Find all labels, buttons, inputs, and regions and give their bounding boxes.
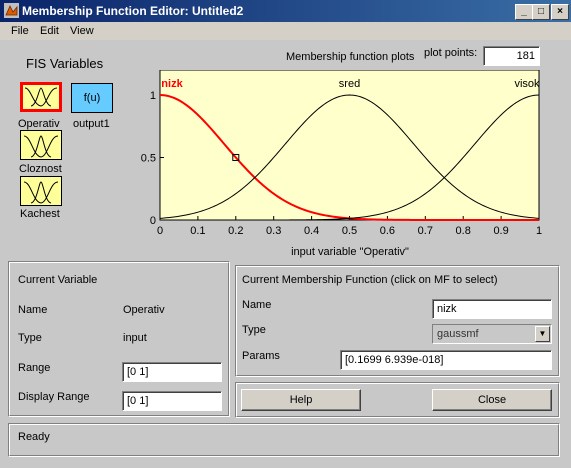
mf-label-nizk[interactable]: nizk	[161, 78, 183, 90]
x-tick-label: 0.2	[228, 225, 243, 237]
y-tick-label: 0.5	[141, 153, 156, 165]
status-text: Ready	[18, 431, 50, 443]
mf-label-visok[interactable]: visok	[514, 78, 540, 90]
mf-type-label: Type	[242, 324, 266, 336]
display-range-input[interactable]: [0 1]	[122, 391, 222, 411]
x-tick-label: 1	[536, 225, 542, 237]
mf-label-sred[interactable]: sred	[339, 78, 360, 90]
x-tick-label: 0	[157, 225, 163, 237]
mf-params-input[interactable]: [0.1699 6.939e-018]	[340, 350, 552, 370]
fis-variables-heading: FIS Variables	[26, 56, 104, 71]
close-window-button[interactable]: ×	[551, 4, 569, 20]
x-tick-label: 0.5	[342, 225, 357, 237]
mf-type-dropdown[interactable]: gaussmf ▼	[432, 324, 552, 344]
cv-name-value: Operativ	[123, 304, 165, 316]
chevron-down-icon[interactable]: ▼	[535, 326, 550, 342]
plot-header: Membership function plots	[286, 51, 415, 63]
cv-range-label: Range	[18, 362, 51, 374]
menu-view[interactable]: View	[70, 25, 94, 37]
x-tick-label: 0.7	[418, 225, 433, 237]
mf-name-input[interactable]: nizk	[432, 299, 552, 319]
range-input[interactable]: [0 1]	[122, 362, 222, 382]
help-button[interactable]: Help	[241, 389, 361, 411]
plot-points-label: plot points:	[424, 47, 478, 59]
plot-axes[interactable]	[159, 70, 540, 221]
close-button[interactable]: Close	[432, 389, 552, 411]
title-bar[interactable]: Membership Function Editor: Untitled2 _ …	[0, 0, 571, 22]
cv-type-label: Type	[18, 332, 42, 344]
current-mf-heading: Current Membership Function (click on MF…	[242, 274, 498, 286]
input-var-kachest[interactable]	[20, 176, 62, 206]
x-tick-label: 0.6	[380, 225, 395, 237]
x-tick-label: 0.3	[266, 225, 281, 237]
cv-type-value: input	[123, 332, 147, 344]
output-var-box[interactable]: f(u)	[71, 83, 113, 113]
window-title: Membership Function Editor: Untitled2	[22, 4, 244, 18]
x-tick-label: 0.4	[304, 225, 319, 237]
plot-points-input[interactable]: 181	[483, 46, 540, 66]
input-var-cloznost[interactable]	[20, 130, 62, 160]
x-tick-label: 0.8	[456, 225, 471, 237]
mf-name-label: Name	[242, 299, 272, 311]
mf-type-value: gaussmf	[437, 328, 479, 340]
x-tick-label: 0.9	[493, 225, 508, 237]
cv-name-label: Name	[18, 304, 48, 316]
y-tick-label: 0	[150, 215, 156, 227]
menu-edit[interactable]: Edit	[40, 25, 59, 37]
input-var-label: Kachest	[20, 208, 60, 220]
mf-plot[interactable]: 0 0.5 1 0 0.1 0.2 0.3 0.4 0.5 0.6 0.7 0.8 0.9 1 nizk…	[140, 70, 560, 266]
output-var-label: output1	[73, 118, 110, 130]
mf-icon	[23, 135, 59, 158]
current-variable-heading: Current Variable	[18, 274, 98, 286]
menu-file[interactable]: File	[11, 25, 29, 37]
mf-icon	[24, 87, 58, 107]
status-panel	[8, 423, 560, 457]
menu-bar: File Edit View	[0, 22, 571, 40]
x-axis-label: input variable "Operativ"	[291, 246, 409, 258]
input-var-label: Operativ	[18, 118, 60, 130]
cv-display-range-label: Display Range	[18, 391, 90, 403]
input-var-label: Cloznost	[19, 163, 62, 175]
minimize-button[interactable]: _	[515, 4, 533, 20]
y-tick-label: 1	[150, 90, 156, 102]
x-tick-label: 0.1	[190, 225, 205, 237]
maximize-button[interactable]: □	[532, 4, 550, 20]
mf-params-label: Params	[242, 350, 280, 362]
input-var-operativ[interactable]	[20, 82, 62, 112]
matlab-app-icon	[4, 3, 19, 18]
mf-icon	[23, 181, 59, 204]
